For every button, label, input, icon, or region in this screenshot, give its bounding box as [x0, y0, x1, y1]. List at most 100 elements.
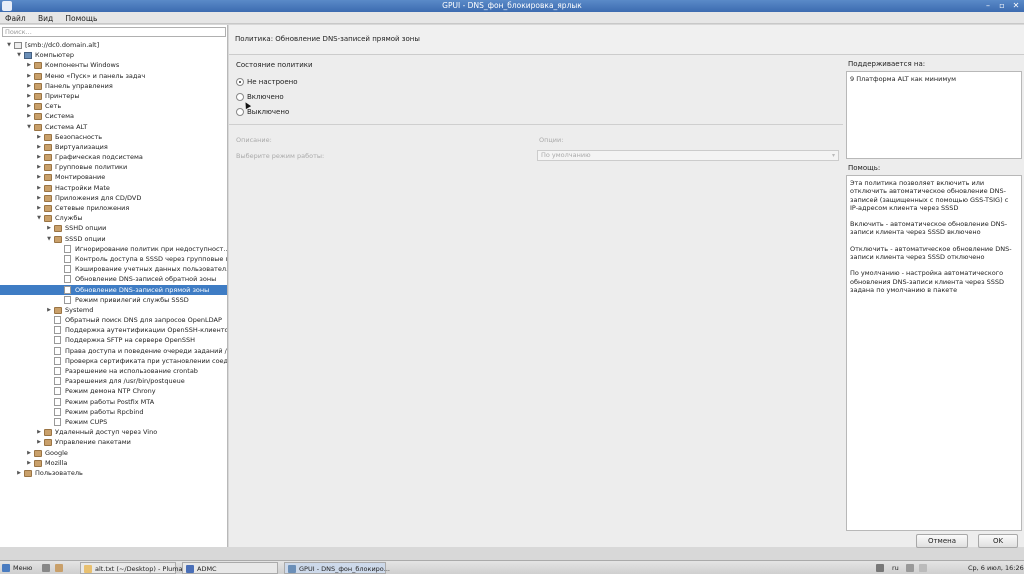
tree-node[interactable]: ▼ SSSD опции [0, 234, 227, 244]
tree-node[interactable]: ▶ Виртуализация [0, 142, 227, 152]
task-admc[interactable]: ADMC [182, 562, 278, 574]
mode-dropdown[interactable]: По умолчанию ▾ [537, 150, 839, 161]
tree-policy-item[interactable]: Контроль доступа в SSSD через групповые … [0, 254, 227, 264]
chevron-right-icon[interactable]: ▶ [26, 91, 32, 101]
tree-policy-item[interactable]: Режим работы Postfix MTA [0, 397, 227, 407]
network-icon[interactable] [876, 564, 884, 572]
chevron-down-icon[interactable]: ▼ [46, 234, 52, 244]
close-icon[interactable]: ✕ [1010, 1, 1022, 11]
radio-indicator[interactable] [236, 93, 244, 101]
chevron-right-icon[interactable]: ▶ [36, 162, 42, 172]
tree-node[interactable]: ▶ Google [0, 448, 227, 458]
tree-node[interactable]: ▶ Компоненты Windows [0, 60, 227, 70]
tree-node[interactable]: ▶ Управление пакетами [0, 437, 227, 447]
chevron-down-icon[interactable]: ▼ [36, 213, 42, 223]
tree-node[interactable]: ▼ Компьютер [0, 50, 227, 60]
chevron-right-icon[interactable]: ▶ [36, 172, 42, 182]
tree-policy-item[interactable]: Поддержка аутентификации OpenSSH-клиенто… [0, 325, 227, 335]
tree-node[interactable]: ▶ Mozilla [0, 458, 227, 468]
chevron-right-icon[interactable]: ▶ [36, 437, 42, 447]
tree-node[interactable]: ▶ Сеть [0, 101, 227, 111]
state-label: Состояние политики [236, 61, 313, 69]
tree-node[interactable]: ▶ Удаленный доступ через Vino [0, 427, 227, 437]
chevron-right-icon[interactable]: ▶ [36, 183, 42, 193]
chevron-right-icon[interactable]: ▶ [36, 427, 42, 437]
tree-node[interactable]: ▶ Приложения для CD/DVD [0, 193, 227, 203]
tray-icons[interactable] [876, 562, 887, 574]
tree-node[interactable]: ▶ SSHD опции [0, 223, 227, 233]
chevron-right-icon[interactable]: ▶ [46, 223, 52, 233]
tree-node[interactable]: ▶ Принтеры [0, 91, 227, 101]
tree-node[interactable]: ▶ Панель управления [0, 81, 227, 91]
tree-node[interactable]: ▶ Графическая подсистема [0, 152, 227, 162]
volume-icon[interactable] [906, 564, 914, 572]
chevron-right-icon[interactable]: ▶ [36, 193, 42, 203]
tree-policy-item[interactable]: Игнорирование политик при недоступност..… [0, 244, 227, 254]
chevron-right-icon[interactable]: ▶ [46, 305, 52, 315]
chevron-right-icon[interactable]: ▶ [26, 111, 32, 121]
task-gpui[interactable]: GPUI - DNS_фон_блокиро... [284, 562, 390, 574]
tree-node[interactable]: ▶ Безопасность [0, 132, 227, 142]
tree-node[interactable]: ▶ Групповые политики [0, 162, 227, 172]
clock[interactable]: Ср, 6 июл, 16:26 [968, 562, 1024, 574]
files-icon[interactable] [55, 564, 64, 572]
chevron-down-icon[interactable]: ▼ [26, 122, 32, 132]
tree-node[interactable]: ▶ Systemd [0, 305, 227, 315]
tree-node[interactable]: ▼ [smb://dc0.domain.alt] [0, 40, 227, 50]
tree-node[interactable]: ▶ Меню «Пуск» и панель задач [0, 71, 227, 81]
cancel-button[interactable]: Отмена [916, 534, 968, 548]
tree-label: Компьютер [35, 51, 74, 60]
radio-indicator[interactable] [236, 108, 244, 116]
menu-view[interactable]: Вид [33, 12, 58, 25]
chevron-right-icon[interactable]: ▶ [26, 81, 32, 91]
radio-indicator[interactable] [236, 78, 244, 86]
chevron-right-icon[interactable]: ▶ [36, 132, 42, 142]
tree-node[interactable]: ▶ Пользователь [0, 468, 227, 478]
tree-policy-item[interactable]: Режим работы Rpcbind [0, 407, 227, 417]
chevron-down-icon[interactable]: ▼ [16, 50, 22, 60]
tree-policy-item[interactable]: Разрешение на использование crontab [0, 366, 227, 376]
keyboard-layout[interactable]: ru [892, 562, 899, 574]
chevron-right-icon[interactable]: ▶ [16, 468, 22, 478]
chevron-right-icon[interactable]: ▶ [26, 448, 32, 458]
tree-policy-item[interactable]: Поддержка SFTP на сервере OpenSSH [0, 335, 227, 345]
terminal-icon[interactable] [42, 564, 50, 572]
maximize-icon[interactable]: ▫ [996, 1, 1008, 11]
chevron-right-icon[interactable]: ▶ [36, 142, 42, 152]
task-pluma[interactable]: alt.txt (~/Desktop) - Pluma [80, 562, 183, 574]
search-input[interactable]: Поиск... [2, 27, 226, 37]
tree-node[interactable]: ▼ Службы [0, 213, 227, 223]
tree-node[interactable]: ▶ Монтирование [0, 172, 227, 182]
chevron-right-icon[interactable]: ▶ [26, 71, 32, 81]
start-menu-button[interactable]: Меню [2, 562, 32, 574]
tree-policy-item[interactable]: Режим привилегий службы SSSD [0, 295, 227, 305]
menu-help[interactable]: Помощь [60, 12, 102, 25]
clipboard-icon[interactable] [919, 564, 928, 572]
tree-policy-item[interactable]: Обновление DNS-записей обратной зоны [0, 274, 227, 284]
tree-policy-item[interactable]: Обновление DNS-записей прямой зоны [0, 284, 227, 295]
tree-policy-item[interactable]: Режим CUPS [0, 417, 227, 427]
tree-policy-item[interactable]: Обратный поиск DNS для запросов OpenLDAP [0, 315, 227, 325]
tree-node[interactable]: ▶ Настройки Mate [0, 183, 227, 193]
chevron-right-icon[interactable]: ▶ [26, 60, 32, 70]
tree-node[interactable]: ▶ Система [0, 111, 227, 121]
ok-button[interactable]: OK [978, 534, 1018, 548]
tree-policy-item[interactable]: Права доступа и поведение очереди задани… [0, 346, 227, 356]
chevron-down-icon[interactable]: ▼ [6, 40, 12, 50]
launcher-icons[interactable] [42, 562, 66, 574]
tree-policy-item[interactable]: Режим демона NTP Chrony [0, 386, 227, 396]
menu-file[interactable]: Файл [0, 12, 31, 25]
tree-node[interactable]: ▶ Сетевые приложения [0, 203, 227, 213]
tree-node[interactable]: ▼ Система ALT [0, 122, 227, 132]
chevron-right-icon[interactable]: ▶ [36, 203, 42, 213]
tree-label: Права доступа и поведение очереди задани… [65, 346, 227, 355]
chevron-right-icon[interactable]: ▶ [26, 458, 32, 468]
chevron-right-icon[interactable]: ▶ [36, 152, 42, 162]
tree-policy-item[interactable]: Кэширование учетных данных пользовател..… [0, 264, 227, 274]
minimize-icon[interactable]: – [982, 1, 994, 11]
tree-policy-item[interactable]: Разрешения для /usr/bin/postqueue [0, 376, 227, 386]
supported-value: 9 Платформа ALT как минимум [850, 75, 956, 83]
tray-icons-2[interactable] [906, 562, 930, 574]
tree-policy-item[interactable]: Проверка сертификата при установлении со… [0, 356, 227, 366]
chevron-right-icon[interactable]: ▶ [26, 101, 32, 111]
